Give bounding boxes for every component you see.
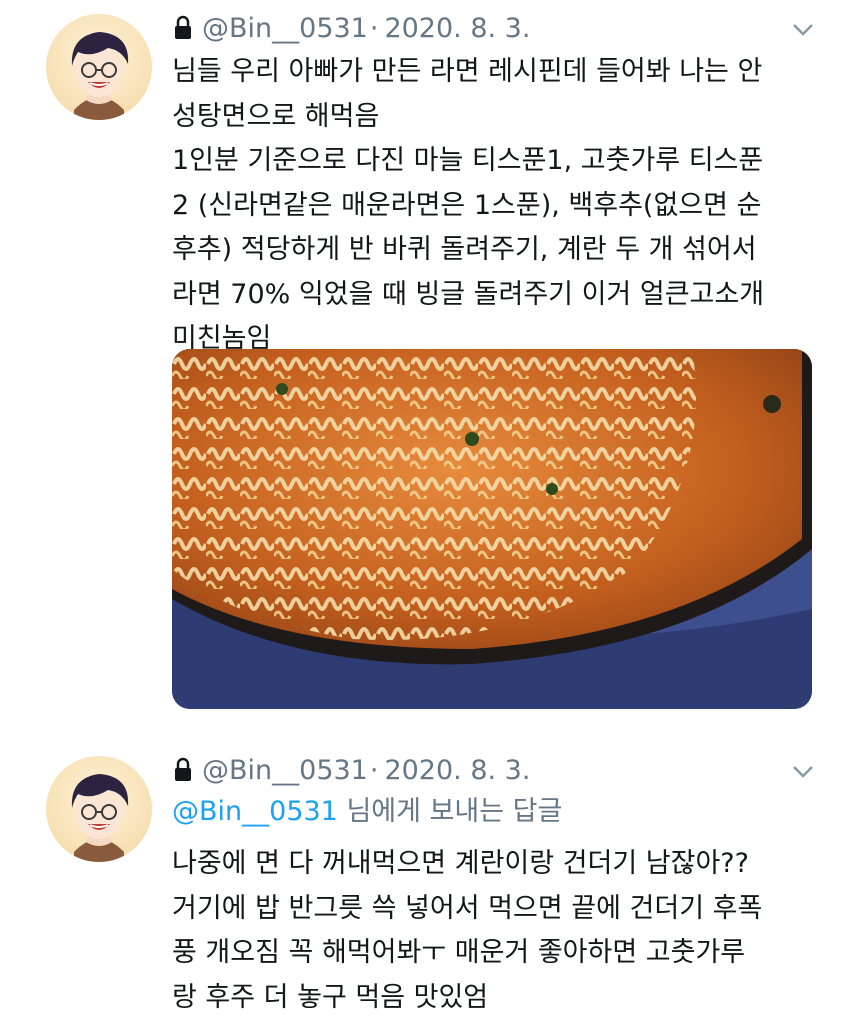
chevron-down-icon[interactable] [790,16,816,42]
chevron-down-icon[interactable] [790,758,816,784]
tweet-2[interactable]: @Bin__0531 · 2020. 8. 3. @Bin__0531 님에게 … [0,730,856,1024]
separator-dot: · [369,12,379,44]
author-handle[interactable]: @Bin__0531 [202,755,368,786]
separator-dot: · [369,754,379,786]
tweet-header: @Bin__0531 · 2020. 8. 3. [172,750,530,790]
reply-context: @Bin__0531 님에게 보내는 답글 [172,792,562,832]
ramen-photo [172,349,812,709]
avatar-icon [71,32,129,120]
lock-icon [175,757,191,781]
author-handle[interactable]: @Bin__0531 [202,13,368,44]
reply-mention-link[interactable]: @Bin__0531 [172,796,338,827]
tweet-date[interactable]: 2020. 8. 3. [384,755,530,786]
avatar-icon [71,774,129,862]
lock-icon [175,15,191,39]
tweet-photo[interactable] [172,349,812,709]
tweet-date[interactable]: 2020. 8. 3. [384,13,530,44]
tweet-text: 나중에 면 다 꺼내먹으면 계란이랑 건더기 남잖아?? 거기에 밥 반그릇 쓱… [172,848,763,1013]
tweet-text: 님들 우리 아빠가 만든 라면 레시핀데 들어봐 나는 안 성탕면으로 해먹음 … [172,56,765,354]
tweet-header: @Bin__0531 · 2020. 8. 3. [172,8,530,48]
avatar[interactable] [46,756,152,862]
avatar[interactable] [46,14,152,120]
reply-suffix: 님에게 보내는 답글 [337,796,563,827]
tweet-1[interactable]: @Bin__0531 · 2020. 8. 3. 님들 우리 아빠가 만든 라면… [0,0,856,730]
